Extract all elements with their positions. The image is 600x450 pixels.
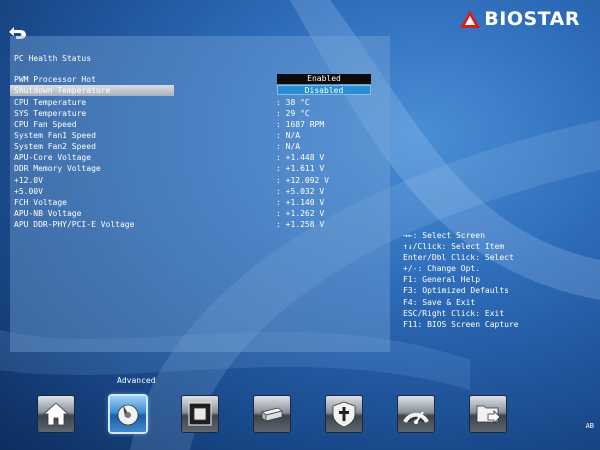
option-row-shutdown-temperature[interactable]: Shutdown Temperature bbox=[10, 85, 174, 96]
help-line: +/-: Change Opt. bbox=[403, 264, 481, 274]
reading-label: CPU Fan Speed bbox=[14, 120, 77, 129]
reading-label: System Fan2 Speed bbox=[14, 142, 96, 151]
o-n-e-icon bbox=[403, 411, 429, 424]
help-line: F3: Optimized Defaults bbox=[403, 286, 509, 296]
brand-name: BIOSTAR bbox=[484, 8, 580, 30]
help-line: F4: Save & Exit bbox=[403, 297, 476, 307]
menu-save-exit-button[interactable] bbox=[470, 396, 506, 432]
advanced-icon bbox=[117, 404, 139, 426]
menu-o-n-e-button[interactable] bbox=[398, 396, 434, 432]
reading-label: APU-Core Voltage bbox=[14, 153, 92, 162]
help-line: ESC/Right Click: Exit bbox=[403, 308, 505, 318]
menu-security-button[interactable] bbox=[326, 396, 362, 432]
reading-label: FCH Voltage bbox=[14, 198, 67, 207]
reading-value: : +1.262 V bbox=[276, 209, 325, 218]
reading-row: System Fan2 Speed : N/A bbox=[10, 141, 390, 152]
key-help: →←: Select Screen ↑↓/Click: Select Item … bbox=[403, 230, 519, 330]
reading-row: SYS Temperature : 29 °C bbox=[10, 108, 390, 119]
help-line: Enter/Dbl Click: Select bbox=[403, 253, 514, 263]
reading-label: DDR Memory Voltage bbox=[14, 164, 101, 173]
option-label: Shutdown Temperature bbox=[14, 86, 111, 95]
menu-boot-button[interactable] bbox=[254, 396, 290, 432]
reading-label: +12.0V bbox=[14, 176, 43, 185]
reading-value: : +1.258 V bbox=[276, 220, 325, 229]
reading-row: APU-Core Voltage : +1.448 V bbox=[10, 152, 390, 163]
reading-value: : 38 °C bbox=[276, 98, 310, 107]
home-icon bbox=[42, 402, 70, 426]
reading-label: APU-NB Voltage bbox=[14, 209, 82, 218]
help-line: F1: General Help bbox=[403, 275, 481, 285]
reading-row: APU DDR-PHY/PCI-E Voltage : +1.258 V bbox=[10, 219, 390, 230]
menu-advanced-button[interactable] bbox=[110, 396, 146, 432]
save-exit-icon bbox=[476, 405, 501, 424]
help-line: →←: Select Screen bbox=[403, 231, 485, 240]
reading-label: CPU Temperature bbox=[14, 98, 87, 107]
bottom-menu-dock bbox=[0, 396, 600, 436]
reading-row: APU-NB Voltage : +1.262 V bbox=[10, 208, 390, 219]
reading-label: APU DDR-PHY/PCI-E Voltage bbox=[14, 220, 135, 229]
reading-row: FCH Voltage : +1.140 V bbox=[10, 197, 390, 208]
help-line: F11: BIOS Screen Capture bbox=[403, 319, 519, 329]
menu-home-button[interactable] bbox=[38, 396, 74, 432]
pwm-processor-hot-select[interactable]: Enabled bbox=[277, 74, 371, 84]
reading-value: : +1.140 V bbox=[276, 198, 325, 207]
reading-row: System Fan1 Speed : N/A bbox=[10, 130, 390, 141]
reading-row: CPU Temperature : 38 °C bbox=[10, 97, 390, 108]
active-menu-caption: Advanced bbox=[117, 376, 156, 385]
reading-value: : N/A bbox=[276, 131, 301, 140]
reading-row: CPU Fan Speed : 1687 RPM bbox=[10, 119, 390, 130]
help-line: ↑↓/Click: Select Item bbox=[403, 242, 505, 252]
chipset-icon bbox=[188, 402, 212, 426]
biostar-logo: BIOSTAR bbox=[459, 8, 580, 30]
reading-row: +12.0V : +12.092 V bbox=[10, 175, 390, 186]
reading-value: : N/A bbox=[276, 142, 301, 151]
reading-value: : +1.448 V bbox=[276, 153, 325, 162]
reading-value: : 1687 RPM bbox=[276, 120, 325, 129]
reading-label: System Fan1 Speed bbox=[14, 131, 96, 140]
reading-value: : 29 °C bbox=[276, 109, 310, 118]
menu-chipset-button[interactable] bbox=[182, 396, 218, 432]
reading-label: +5.00V bbox=[14, 187, 43, 196]
reading-row: DDR Memory Voltage : +1.611 V bbox=[10, 163, 390, 174]
reading-value: : +1.611 V bbox=[276, 164, 325, 173]
security-icon bbox=[332, 401, 356, 428]
biostar-logo-icon bbox=[460, 10, 481, 28]
reading-value: : +12.092 V bbox=[276, 176, 329, 185]
option-label: PWM Processor Hot bbox=[14, 75, 96, 84]
reading-row: +5.00V : +5.032 V bbox=[10, 186, 390, 197]
reading-label: SYS Temperature bbox=[14, 109, 87, 118]
boot-icon bbox=[261, 407, 283, 422]
shutdown-temperature-select[interactable]: Disabled bbox=[277, 85, 371, 95]
page-title: PC Health Status bbox=[14, 54, 92, 63]
reading-value: : +5.032 V bbox=[276, 187, 325, 196]
corner-label: AB bbox=[585, 422, 594, 430]
